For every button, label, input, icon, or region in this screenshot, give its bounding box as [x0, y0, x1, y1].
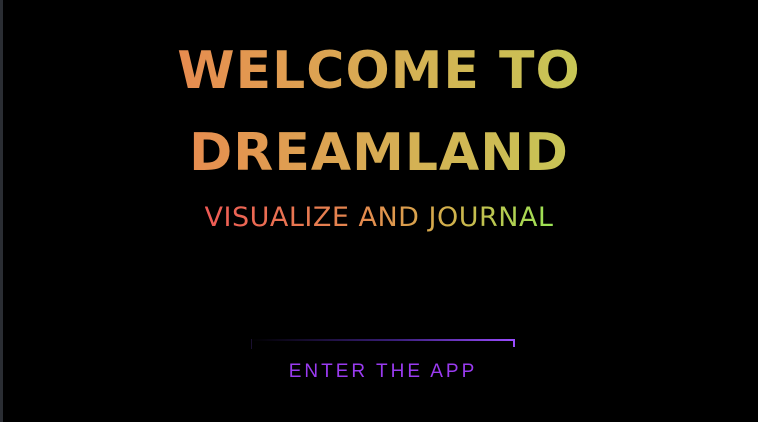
hero-title: WELCOME TO DREAMLAND [0, 30, 758, 194]
hero-title-line-2: DREAMLAND [189, 123, 569, 183]
hero-title-line-1: WELCOME TO [177, 41, 581, 101]
button-right-corner [513, 339, 515, 347]
button-top-border [251, 339, 515, 341]
enter-app-button-label: ENTER THE APP [288, 361, 478, 382]
button-left-corner [251, 339, 252, 349]
hero-subtitle-text: VISUALIZE AND JOURNAL [204, 202, 554, 233]
hero-subtitle: VISUALIZE AND JOURNAL [0, 198, 758, 238]
landing-page: WELCOME TO DREAMLAND VISUALIZE AND JOURN… [0, 0, 758, 422]
enter-app-button[interactable]: ENTER THE APP [251, 339, 515, 399]
